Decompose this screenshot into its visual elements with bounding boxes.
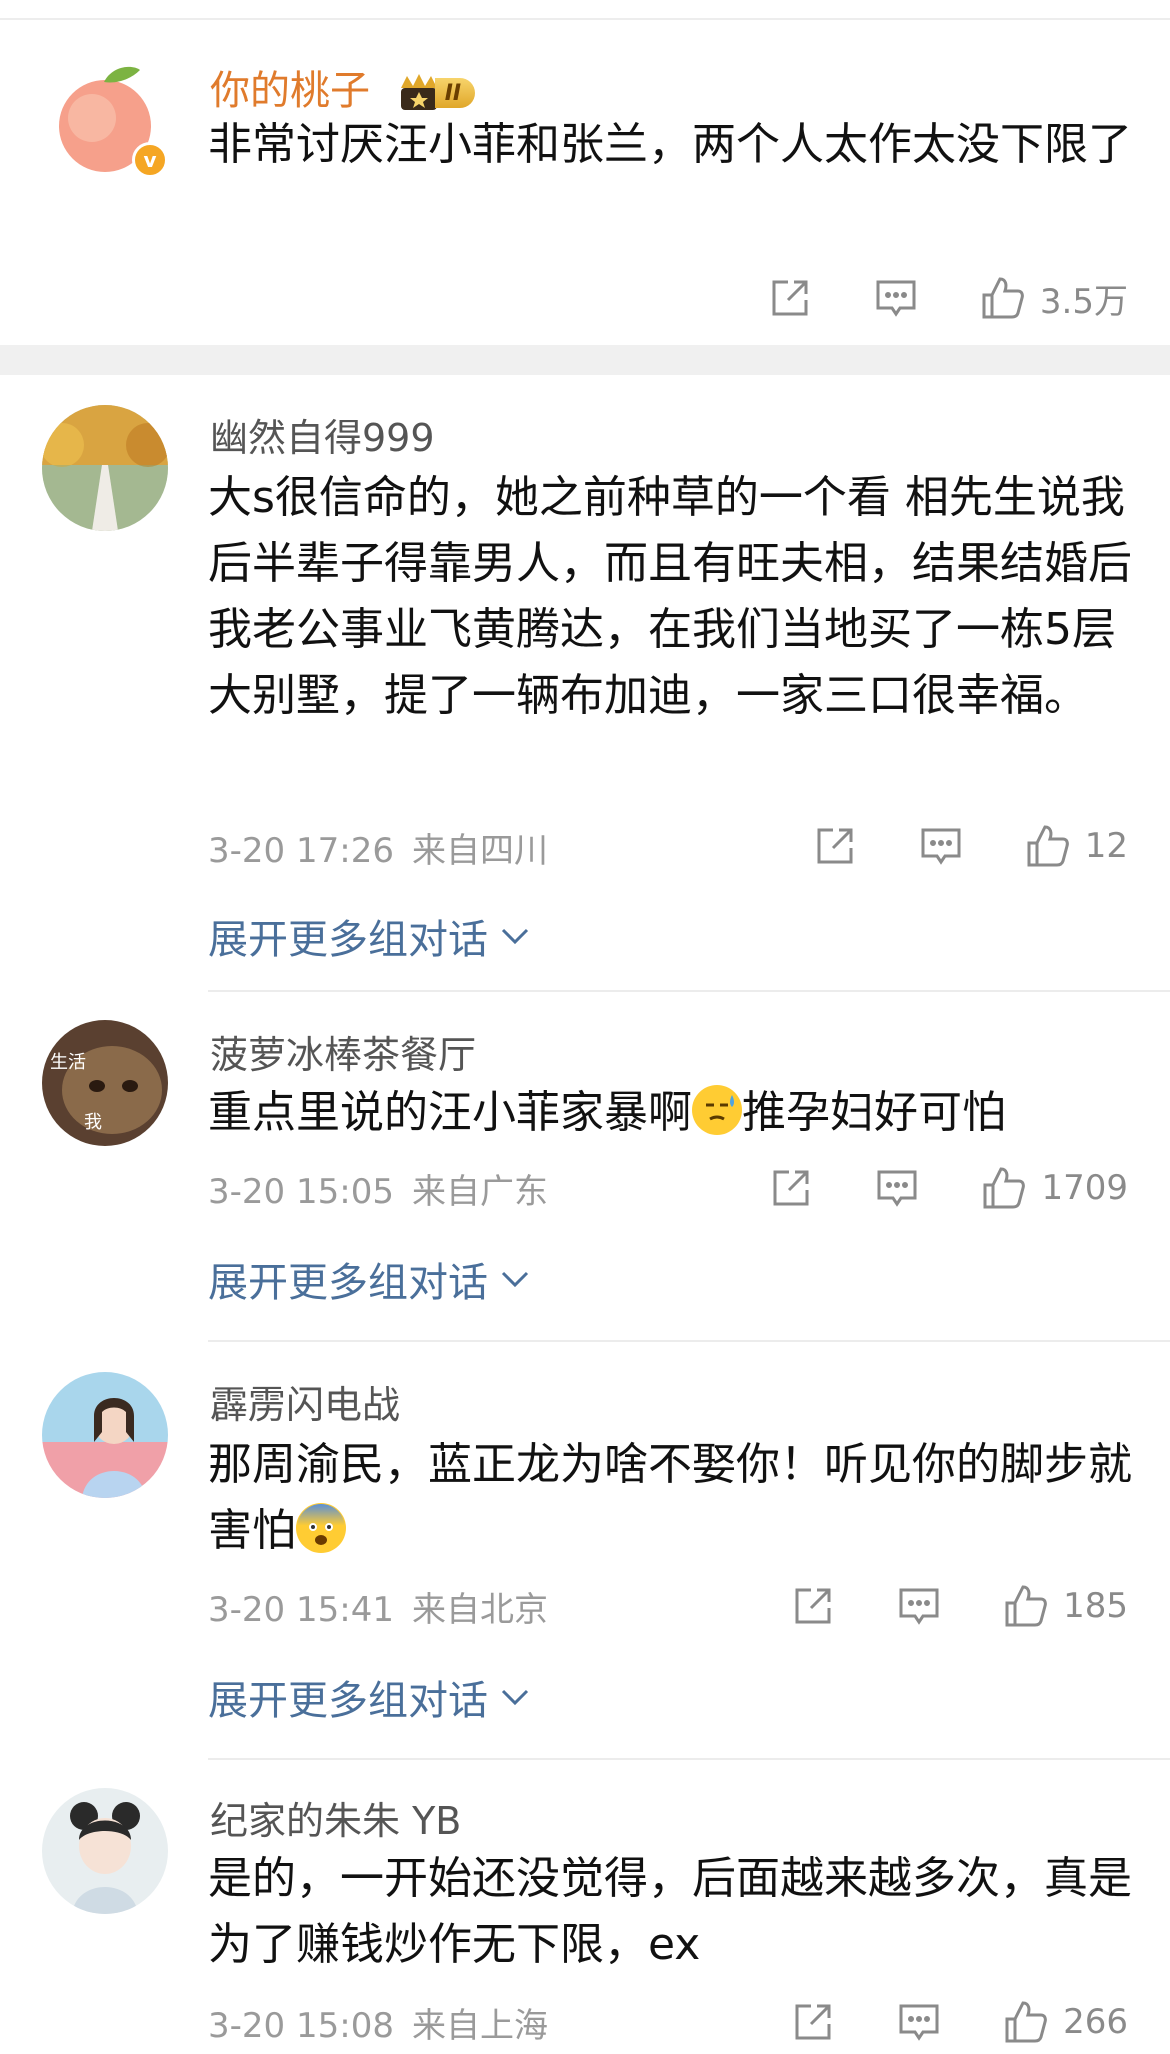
avatar[interactable] [42, 1788, 168, 1914]
like-button[interactable]: 1709 [981, 1165, 1128, 1211]
fearful-emoji-icon [296, 1503, 346, 1553]
comment-item: 纪家的朱朱 YB 是的，一开始还没觉得，后面越来越多次，真是为了赚钱炒作无下限，… [0, 1760, 1170, 2054]
comment-item: 生活 我 菠萝冰棒茶餐厅 重点里说的汪小菲家暴啊 推孕妇好可怕 3-20 15:… [0, 992, 1170, 1340]
avatar[interactable] [42, 1372, 168, 1498]
comment-text-part: 推孕妇好可怕 [742, 1087, 1006, 1138]
chevron-down-icon [501, 928, 529, 945]
like-icon [983, 1167, 1026, 1209]
like-button[interactable]: 3.5万 [980, 274, 1128, 323]
like-button[interactable]: 266 [1003, 1999, 1128, 2045]
like-button[interactable]: 12 [1025, 823, 1128, 869]
reply-icon [899, 1588, 939, 1625]
comment-meta: 3-20 15:41 来自北京 [208, 1582, 548, 1631]
like-count: 3.5万 [1039, 281, 1128, 322]
reply-icon [877, 1170, 917, 1207]
comment-location: 来自上海 [411, 2006, 548, 2046]
expand-label: 展开更多组对话 [208, 917, 488, 963]
comment-actions: 1709 [769, 1162, 1128, 1214]
verified-icon: v [132, 142, 168, 178]
share-icon [773, 1170, 809, 1206]
reply-icon [876, 280, 916, 317]
comment-time: 3-20 15:05 [208, 1172, 394, 1212]
crown-icon: II [397, 74, 476, 112]
share-icon [772, 280, 808, 316]
comment-time: 3-20 17:26 [208, 831, 394, 871]
chevron-down-icon [501, 1689, 529, 1706]
avatar-caption: 我 [84, 1112, 102, 1133]
username[interactable]: 菠萝冰棒茶餐厅 [210, 1024, 476, 1079]
reply-button[interactable] [897, 1584, 941, 1628]
avatar-caption: 生活 [50, 1052, 86, 1073]
comment-text: 是的，一开始还没觉得，后面越来越多次，真是为了赚钱炒作无下限，ex [208, 1853, 1132, 1970]
comment-item: 霹雳闪电战 那周渝民，蓝正龙为啥不娶你！听见你的脚步就害怕 3-20 15:41… [0, 1342, 1170, 1758]
reply-button[interactable] [919, 824, 963, 868]
avatar[interactable]: 生活 我 [42, 1020, 168, 1146]
comment-meta: 3-20 15:05 来自广东 [208, 1164, 548, 1213]
comment-time: 3-20 15:41 [208, 1590, 394, 1630]
like-count: 266 [1063, 2002, 1128, 2042]
comment-text: 重点里说的汪小菲家暴啊 推孕妇好可怕 [208, 1080, 1133, 1146]
comment-meta: 3-20 17:26 来自四川 [208, 823, 548, 872]
share-button[interactable] [791, 2000, 835, 2044]
like-count: 185 [1063, 1586, 1128, 1626]
comment-item: 幽然自得999 大s很信命的，她之前种草的一个看 相先生说我后半辈子得靠男人，而… [0, 375, 1170, 990]
username-label: 你的桃子 [210, 68, 370, 114]
expand-label: 展开更多组对话 [208, 1678, 488, 1724]
share-icon [795, 1588, 831, 1624]
comment-text-part: 那周渝民，蓝正龙为啥不娶你！听见你的脚步就害怕 [208, 1439, 1132, 1556]
comment-item: v 你的桃子 II 非常讨厌汪小菲和张兰，两个人太作太没下限了 3.5万 [0, 20, 1170, 345]
username[interactable]: 纪家的朱朱 YB [210, 1790, 461, 1845]
comment-text: 大s很信命的，她之前种草的一个看 相先生说我后半辈子得靠男人，而且有旺夫相，结果… [208, 472, 1132, 721]
comment-time: 3-20 15:08 [208, 2006, 394, 2046]
comment-location: 来自北京 [411, 1590, 548, 1630]
expand-conversation-link[interactable]: 展开更多组对话 [208, 1250, 530, 1308]
expand-conversation-link[interactable]: 展开更多组对话 [208, 1668, 530, 1726]
username[interactable]: 霹雳闪电战 [210, 1374, 400, 1429]
like-button[interactable]: 185 [1003, 1583, 1128, 1629]
comment-actions: 266 [791, 1996, 1128, 2048]
like-icon [1005, 2001, 1047, 2043]
section-separator [0, 345, 1170, 375]
comment-location: 来自广东 [411, 1172, 548, 1212]
top-divider [0, 0, 1170, 20]
username[interactable]: 你的桃子 II [210, 58, 476, 116]
comment-text: 那周渝民，蓝正龙为啥不娶你！听见你的脚步就害怕 [208, 1432, 1133, 1564]
sweat-emoji-icon [692, 1085, 742, 1135]
comment-actions: 3.5万 [768, 272, 1128, 324]
expand-conversation-link[interactable]: 展开更多组对话 [208, 907, 530, 965]
comment-text: 非常讨厌汪小菲和张兰，两个人太作太没下限了 [208, 119, 1132, 170]
expand-label: 展开更多组对话 [208, 1260, 488, 1306]
reply-icon [899, 2004, 939, 2041]
reply-button[interactable] [875, 1166, 919, 1210]
like-icon [1005, 1585, 1047, 1627]
share-icon [817, 828, 853, 864]
reply-icon [921, 828, 961, 865]
reply-button[interactable] [874, 276, 918, 320]
share-icon [795, 2004, 831, 2040]
comment-text-part: 重点里说的汪小菲家暴啊 [208, 1087, 692, 1138]
comment-location: 来自四川 [411, 831, 548, 871]
like-icon [1027, 825, 1069, 867]
comment-actions: 185 [791, 1580, 1128, 1632]
share-button[interactable] [813, 824, 857, 868]
like-count: 1709 [1041, 1168, 1128, 1208]
level-badge: II [434, 78, 476, 108]
comment-actions: 12 [813, 820, 1128, 872]
like-count: 12 [1084, 826, 1128, 866]
share-button[interactable] [768, 276, 812, 320]
share-button[interactable] [769, 1166, 813, 1210]
reply-button[interactable] [897, 2000, 941, 2044]
share-button[interactable] [791, 1584, 835, 1628]
like-icon [982, 277, 1024, 319]
username[interactable]: 幽然自得999 [210, 407, 435, 462]
avatar[interactable] [42, 405, 168, 531]
chevron-down-icon [501, 1271, 529, 1288]
comment-meta: 3-20 15:08 来自上海 [208, 1998, 548, 2047]
